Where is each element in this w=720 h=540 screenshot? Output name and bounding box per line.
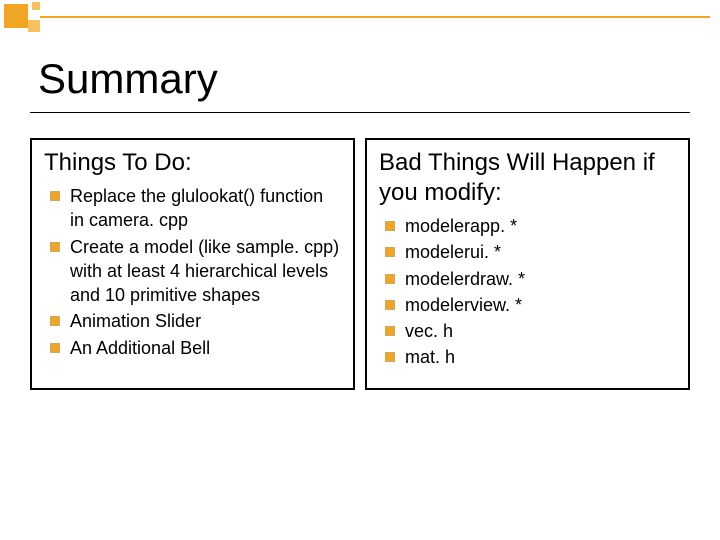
list-item-text: modelerview. * (405, 293, 676, 317)
header-decoration (0, 0, 720, 35)
list-item: modelerdraw. * (385, 267, 676, 291)
decor-square-big (4, 4, 28, 28)
left-list: Replace the glulookat() function in came… (44, 184, 341, 360)
left-column: Things To Do: Replace the glulookat() fu… (30, 138, 355, 390)
list-item: An Additional Bell (50, 336, 341, 360)
bullet-icon (50, 343, 60, 353)
decor-top-line (40, 16, 710, 18)
list-item-text: Create a model (like sample. cpp) with a… (70, 235, 341, 308)
decor-square-small-1 (28, 20, 40, 32)
list-item: mat. h (385, 345, 676, 369)
list-item: modelerui. * (385, 240, 676, 264)
bullet-icon (385, 326, 395, 336)
decor-square-small-2 (32, 2, 40, 10)
list-item-text: Replace the glulookat() function in came… (70, 184, 341, 233)
bullet-icon (50, 191, 60, 201)
list-item-text: modelerapp. * (405, 214, 676, 238)
bullet-icon (385, 300, 395, 310)
right-list: modelerapp. * modelerui. * modelerdraw. … (379, 214, 676, 370)
left-heading: Things To Do: (44, 148, 341, 178)
bullet-icon (385, 274, 395, 284)
slide-title: Summary (38, 55, 218, 103)
list-item-text: An Additional Bell (70, 336, 341, 360)
list-item: vec. h (385, 319, 676, 343)
content-columns: Things To Do: Replace the glulookat() fu… (30, 138, 690, 390)
list-item-text: vec. h (405, 319, 676, 343)
right-column: Bad Things Will Happen if you modify: mo… (365, 138, 690, 390)
list-item-text: modelerdraw. * (405, 267, 676, 291)
list-item: modelerview. * (385, 293, 676, 317)
bullet-icon (385, 221, 395, 231)
bullet-icon (50, 242, 60, 252)
list-item: modelerapp. * (385, 214, 676, 238)
title-underline (30, 112, 690, 113)
bullet-icon (50, 316, 60, 326)
right-heading: Bad Things Will Happen if you modify: (379, 148, 676, 208)
list-item: Replace the glulookat() function in came… (50, 184, 341, 233)
list-item-text: modelerui. * (405, 240, 676, 264)
list-item-text: mat. h (405, 345, 676, 369)
bullet-icon (385, 352, 395, 362)
list-item: Create a model (like sample. cpp) with a… (50, 235, 341, 308)
list-item-text: Animation Slider (70, 309, 341, 333)
bullet-icon (385, 247, 395, 257)
list-item: Animation Slider (50, 309, 341, 333)
